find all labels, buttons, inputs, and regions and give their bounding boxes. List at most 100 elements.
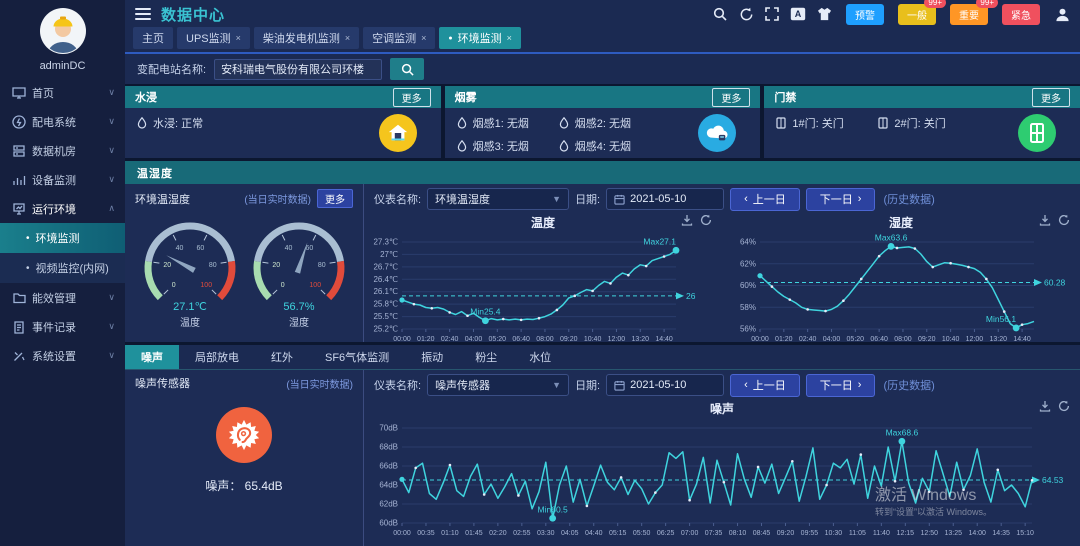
- home-icon: [12, 86, 32, 100]
- alarm-button-2[interactable]: 重要99+: [950, 4, 988, 25]
- svg-text:80: 80: [209, 262, 217, 269]
- gauge-湿度: 02040608010056.7%湿度: [244, 210, 353, 336]
- refresh-chart-icon[interactable]: [1058, 400, 1070, 412]
- door-card: 门禁 更多 1#门: 关门2#门: 关门: [764, 86, 1080, 158]
- sidebar-item-label: 数据机房: [32, 143, 108, 159]
- search-icon[interactable]: [712, 6, 728, 22]
- date-picker[interactable]: 2021-05-10: [606, 188, 724, 210]
- noise-meter-select[interactable]: 噪声传感器▼: [427, 374, 569, 396]
- sidebar-item-3[interactable]: 设备监测∨: [0, 165, 125, 194]
- card-item-3: 烟感4: 无烟: [559, 138, 661, 154]
- alarm-button-1[interactable]: 一般99+: [898, 4, 936, 25]
- svg-text:04:05: 04:05: [561, 530, 579, 537]
- noise-prev-day-button[interactable]: ‹上一日: [730, 374, 800, 397]
- door-more-button[interactable]: 更多: [1032, 88, 1070, 107]
- date-label: 日期:: [575, 377, 600, 393]
- sidebar-item-5[interactable]: 能效管理∨: [0, 283, 125, 312]
- water-more-button[interactable]: 更多: [393, 88, 431, 107]
- noise-next-day-button[interactable]: 下一日›: [806, 374, 876, 397]
- sidebar-item-7[interactable]: 系统设置∨: [0, 341, 125, 370]
- sidebar-item-6[interactable]: 事件记录∨: [0, 312, 125, 341]
- close-icon[interactable]: ×: [507, 33, 512, 43]
- alarm-button-0[interactable]: 预警: [846, 4, 884, 25]
- svg-text:06:40: 06:40: [870, 336, 888, 343]
- svg-text:25.2℃: 25.2℃: [373, 325, 398, 334]
- svg-text:Min25.4: Min25.4: [470, 307, 501, 317]
- tab-2[interactable]: 柴油发电机监测×: [254, 27, 359, 49]
- svg-text:56.7%: 56.7%: [283, 301, 314, 313]
- sidebar-item-0[interactable]: 首页∨: [0, 78, 125, 107]
- temp-humidity-section: 温湿度 环境温湿度 (当日实时数据) 更多 02040608010027.1℃温…: [125, 161, 1080, 342]
- refresh-icon[interactable]: [738, 6, 754, 22]
- smoke-more-button[interactable]: 更多: [712, 88, 750, 107]
- svg-text:09:20: 09:20: [777, 530, 795, 537]
- svg-text:60: 60: [197, 245, 205, 252]
- chevron-down-icon: ∨: [108, 292, 115, 303]
- card-item-0: 烟感1: 无烟: [457, 115, 559, 131]
- alarm-count-badge: 99+: [976, 0, 998, 8]
- card-item-0: 1#门: 关门: [776, 115, 878, 131]
- download-icon[interactable]: [1039, 214, 1051, 226]
- history-link[interactable]: (历史数据): [883, 191, 934, 207]
- tab-label: UPS监测: [186, 30, 231, 46]
- noise-history-link[interactable]: (历史数据): [883, 377, 934, 393]
- tab-1[interactable]: UPS监测 ×: [177, 27, 250, 49]
- tab-4[interactable]: ●环境监测×: [439, 27, 521, 49]
- menu-toggle-icon[interactable]: [135, 5, 151, 23]
- alarm-button-3[interactable]: 紧急: [1002, 4, 1040, 25]
- svg-text:08:10: 08:10: [729, 530, 747, 537]
- station-search-input[interactable]: [214, 59, 382, 80]
- noise-section: 噪声局部放电红外SF6气体监测振动粉尘水位 噪声传感器 (当日实时数据): [125, 345, 1080, 546]
- noise-chart-box: 噪声 60dB62dB64dB66dB68dB70dB00:0000:3501:…: [364, 400, 1080, 543]
- gauge-more-button[interactable]: 更多: [317, 189, 353, 208]
- tab-0[interactable]: 主页: [133, 27, 173, 49]
- user-icon[interactable]: [1054, 6, 1070, 22]
- svg-text:14:00: 14:00: [968, 530, 986, 537]
- svg-text:01:10: 01:10: [441, 530, 459, 537]
- temperature-chart-title: 温度: [364, 214, 722, 230]
- svg-text:64dB: 64dB: [379, 481, 398, 490]
- svg-text:12:50: 12:50: [921, 530, 939, 537]
- submenu-item-1[interactable]: •视频监控(内网): [0, 253, 125, 283]
- svg-text:100: 100: [200, 282, 212, 289]
- chevron-up-icon: ∧: [108, 203, 115, 214]
- noise-reading: 噪声： 65.4dB: [205, 477, 282, 494]
- fullscreen-icon[interactable]: [764, 6, 780, 22]
- svg-text:64%: 64%: [740, 238, 756, 247]
- sensor-tab-0[interactable]: 噪声: [125, 345, 179, 369]
- card-item-text: 烟感3: 无烟: [473, 138, 529, 154]
- svg-text:12:00: 12:00: [966, 336, 984, 343]
- prev-day-button[interactable]: ‹上一日: [730, 188, 800, 211]
- refresh-chart-icon[interactable]: [1058, 214, 1070, 226]
- next-day-button[interactable]: 下一日›: [806, 188, 876, 211]
- sensor-tab-1[interactable]: 局部放电: [179, 345, 255, 369]
- chevron-down-icon: ▼: [552, 194, 561, 204]
- refresh-chart-icon[interactable]: [700, 214, 712, 226]
- download-icon[interactable]: [1039, 400, 1051, 412]
- noise-realtime-label: (当日实时数据): [286, 376, 353, 391]
- sensor-tab-2[interactable]: 红外: [255, 345, 309, 369]
- tab-3[interactable]: 空调监测×: [363, 27, 435, 49]
- svg-text:06:25: 06:25: [657, 530, 675, 537]
- download-icon[interactable]: [681, 214, 693, 226]
- svg-text:56%: 56%: [740, 325, 756, 334]
- avatar[interactable]: [40, 8, 86, 54]
- submenu-item-0[interactable]: •环境监测: [0, 223, 125, 253]
- meter-select[interactable]: 环境温湿度▼: [427, 188, 569, 210]
- theme-icon[interactable]: [816, 6, 832, 22]
- close-icon[interactable]: ×: [345, 33, 350, 43]
- translate-icon[interactable]: A: [790, 6, 806, 22]
- svg-text:08:45: 08:45: [753, 530, 771, 537]
- app-root: adminDC 首页∨配电系统∨数据机房∨设备监测∨运行环境∧•环境监测•视频监…: [0, 0, 1080, 546]
- station-search-button[interactable]: [390, 58, 424, 80]
- close-icon[interactable]: ×: [236, 33, 241, 43]
- noise-date-picker[interactable]: 2021-05-10: [606, 374, 724, 396]
- submenu: •环境监测•视频监控(内网): [0, 223, 125, 283]
- sidebar-item-1[interactable]: 配电系统∨: [0, 107, 125, 136]
- close-icon[interactable]: ×: [421, 33, 426, 43]
- card-item-0: 水浸: 正常: [137, 115, 239, 131]
- sidebar-item-4[interactable]: 运行环境∧: [0, 194, 125, 223]
- svg-text:40: 40: [176, 245, 184, 252]
- sidebar-item-2[interactable]: 数据机房∨: [0, 136, 125, 165]
- chart-icon: [12, 173, 32, 187]
